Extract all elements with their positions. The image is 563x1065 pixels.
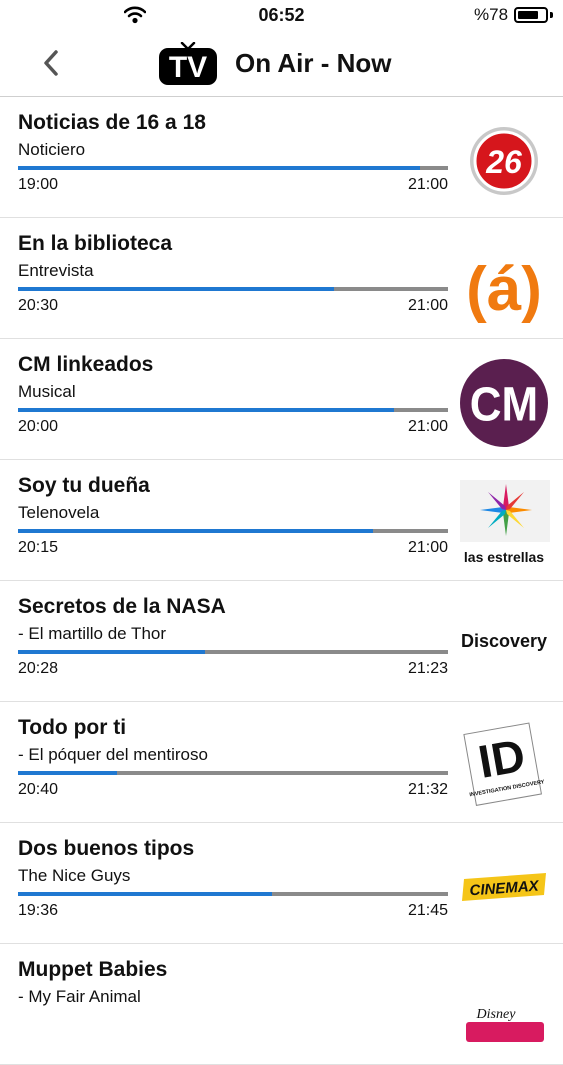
battery-icon — [514, 7, 548, 23]
progress-bar — [18, 650, 448, 654]
las-estrellas-logo-icon: las estrellas — [460, 480, 550, 565]
program-subtitle: - El martillo de Thor — [18, 624, 167, 643]
program-row[interactable]: En la biblioteca Entrevista 20:30 21:00 … — [0, 218, 563, 339]
program-title: CM linkeados — [18, 353, 154, 376]
canal-26-logo-icon: 26 — [470, 127, 538, 195]
end-time: 21:00 — [407, 418, 448, 435]
cinemax-text: CINEMAX — [469, 878, 540, 900]
progress-bar — [18, 166, 448, 170]
canal-26-text: 26 — [485, 144, 522, 180]
disney-junior-logo-icon: Disney — [466, 1007, 544, 1042]
progress-bar — [18, 771, 448, 775]
end-time: 21:32 — [407, 781, 448, 798]
program-row[interactable]: Todo por ti - El póquer del mentiroso 20… — [0, 702, 563, 823]
page-title: On Air - Now — [235, 48, 392, 78]
end-time: 21:45 — [407, 902, 448, 919]
progress-fill — [18, 166, 421, 170]
program-subtitle: - El póquer del mentiroso — [18, 745, 208, 764]
end-time: 21:00 — [407, 297, 448, 314]
program-subtitle: Telenovela — [18, 503, 100, 522]
start-time: 20:40 — [18, 781, 59, 798]
start-time: 19:00 — [18, 176, 59, 193]
program-row[interactable]: Noticias de 16 a 18 Noticiero 19:00 21:0… — [0, 97, 563, 218]
id-text: ID — [474, 729, 528, 788]
program-subtitle: Musical — [18, 382, 76, 401]
nav-bar: TV On Air - Now — [0, 32, 563, 97]
program-title: En la biblioteca — [18, 232, 173, 255]
start-time: 20:15 — [18, 539, 59, 556]
discovery-logo-icon: Discovery — [461, 631, 547, 651]
progress-fill — [18, 529, 373, 533]
program-title: Noticias de 16 a 18 — [18, 111, 206, 134]
canal-a-text: (á) — [466, 255, 542, 324]
program-row[interactable]: Secretos de la NASA - El martillo de Tho… — [0, 581, 563, 702]
progress-bar — [18, 529, 448, 533]
start-time: 20:28 — [18, 660, 59, 677]
progress-fill — [18, 287, 335, 291]
las-estrellas-text: las estrellas — [464, 549, 544, 565]
program-title: Soy tu dueña — [18, 474, 150, 497]
discovery-text: Discovery — [461, 631, 547, 651]
program-row[interactable]: CM linkeados Musical 20:00 21:00 CM — [0, 339, 563, 460]
end-time: 21:00 — [407, 539, 448, 556]
start-time: 20:30 — [18, 297, 59, 314]
program-list: Noticias de 16 a 18 Noticiero 19:00 21:0… — [0, 97, 563, 1065]
start-time: 20:00 — [18, 418, 59, 435]
status-bar: 06:52 %78 — [0, 0, 563, 32]
program-title: Dos buenos tipos — [18, 837, 195, 860]
progress-bar — [18, 287, 448, 291]
cm-logo-icon: CM — [460, 359, 548, 447]
program-subtitle: Entrevista — [18, 261, 94, 280]
progress-fill — [18, 408, 395, 412]
program-title: Muppet Babies — [18, 958, 168, 981]
program-title: Todo por ti — [18, 716, 127, 739]
progress-bar — [18, 892, 448, 896]
tv-logo-text: TV — [169, 51, 207, 84]
progress-fill — [18, 771, 117, 775]
program-subtitle: The Nice Guys — [18, 866, 131, 885]
end-time: 21:00 — [407, 176, 448, 193]
program-row[interactable]: Muppet Babies - My Fair Animal Disney — [0, 944, 563, 1065]
battery-percentage: %78 — [474, 5, 509, 24]
cm-text: CM — [470, 377, 538, 431]
start-time: 19:36 — [18, 902, 59, 919]
program-row[interactable]: Soy tu dueña Telenovela 20:15 21:00 las … — [0, 460, 563, 581]
progress-fill — [18, 892, 272, 896]
program-subtitle: Noticiero — [18, 140, 86, 159]
program-row[interactable]: Dos buenos tipos The Nice Guys 19:36 21:… — [0, 823, 563, 944]
investigation-discovery-logo-icon: ID INVESTIGATION DISCOVERY — [463, 722, 545, 806]
tv-logo-icon: TV — [159, 42, 217, 85]
program-title: Secretos de la NASA — [18, 595, 226, 618]
progress-fill — [18, 650, 206, 654]
disney-text: Disney — [476, 1007, 517, 1022]
cinemax-logo-icon: CINEMAX — [462, 873, 546, 901]
end-time: 21:23 — [407, 660, 448, 677]
back-chevron-icon[interactable] — [36, 46, 68, 80]
program-subtitle: - My Fair Animal — [18, 987, 141, 1006]
canal-a-logo-icon: (á) — [466, 255, 542, 324]
progress-bar — [18, 408, 448, 412]
